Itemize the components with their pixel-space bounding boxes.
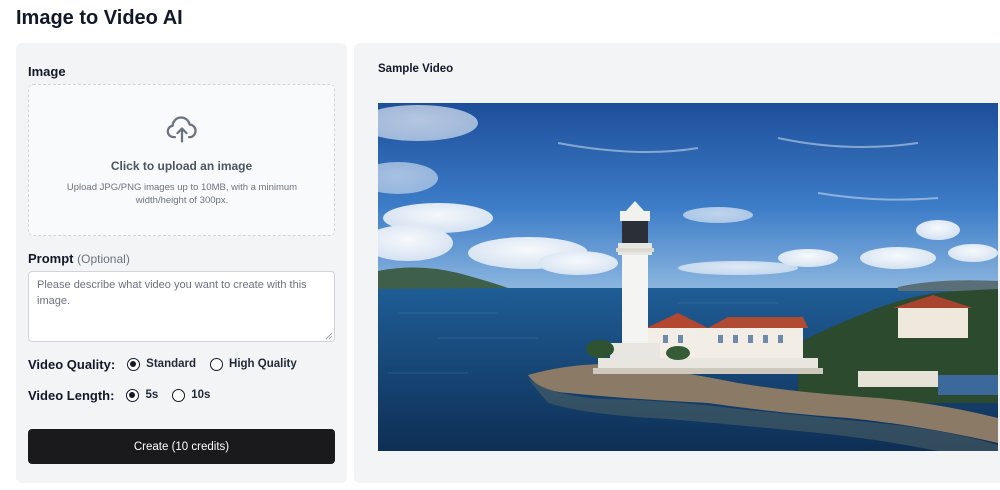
image-section-label: Image (28, 64, 66, 79)
resize-grip-icon[interactable] (325, 332, 333, 340)
video-quality-label: Video Quality: (28, 356, 116, 372)
sample-video-panel: Sample Video (354, 43, 1000, 483)
upload-title: Click to upload an image (110, 159, 253, 173)
length-10s-radio[interactable] (172, 388, 186, 402)
image-upload-dropzone[interactable]: Click to upload an image Upload JPG/PNG … (28, 84, 335, 236)
quality-high-radio[interactable] (210, 357, 224, 371)
quality-standard-radio[interactable] (127, 357, 141, 371)
cloud-upload-icon (166, 116, 197, 143)
prompt-input[interactable] (28, 271, 335, 342)
page-title: Image to Video AI (16, 7, 183, 29)
sample-video-thumbnail (378, 103, 998, 451)
generator-form-panel: Image Click to upload an image Upload JP… (16, 43, 347, 483)
quality-standard-option[interactable]: Standard (127, 357, 210, 371)
length-5s-label: 5s (145, 389, 159, 401)
upload-hint: Upload JPG/PNG images up to 10MB, with a… (66, 182, 298, 206)
video-quality-row: Video Quality: Standard High Quality (28, 355, 311, 373)
quality-high-option[interactable]: High Quality (210, 357, 311, 371)
quality-standard-label: Standard (146, 358, 197, 370)
quality-high-label: High Quality (229, 358, 297, 370)
prompt-optional-tag: (Optional) (77, 252, 130, 266)
video-length-row: Video Length: 5s 10s (28, 386, 224, 404)
length-5s-radio[interactable] (126, 388, 140, 402)
prompt-label: Prompt (Optional) (28, 251, 130, 266)
sample-video-player[interactable] (378, 103, 998, 451)
prompt-label-text: Prompt (28, 251, 74, 266)
sample-video-label: Sample Video (378, 63, 454, 75)
length-10s-option[interactable]: 10s (172, 388, 224, 402)
video-length-label: Video Length: (28, 387, 115, 403)
length-5s-option[interactable]: 5s (126, 388, 172, 402)
length-10s-label: 10s (191, 389, 211, 401)
create-button[interactable]: Create (10 credits) (28, 429, 335, 464)
